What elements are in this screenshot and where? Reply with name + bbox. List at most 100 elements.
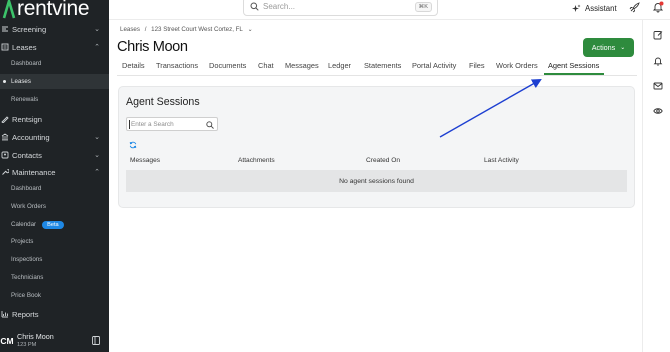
sidebar-item-label: Reports	[12, 309, 39, 319]
assistant-label: Assistant	[585, 3, 617, 13]
contacts-icon	[1, 151, 9, 159]
sidebar-subitem-work-orders[interactable]: Work Orders	[0, 199, 109, 214]
chevron-up-icon: ⌃	[94, 44, 100, 51]
sidebar-subitem-label: Price Book	[11, 292, 41, 299]
column-header-created-on[interactable]: Created On	[366, 157, 400, 164]
column-header-last-activity[interactable]: Last Activity	[484, 157, 519, 164]
wrench-icon	[2, 169, 9, 175]
tab-details[interactable]: Details	[122, 61, 145, 70]
chevron-down-icon: ⌄	[94, 26, 100, 33]
sidebar-subitem-label: Leases	[11, 78, 31, 85]
search-icon[interactable]	[206, 121, 214, 129]
sidebar-item-label: Maintenance	[12, 167, 56, 177]
tab-chat[interactable]: Chat	[258, 61, 274, 70]
bell-icon[interactable]	[653, 56, 663, 66]
sidebar-subitem-calendar[interactable]: Calendar Beta	[0, 217, 109, 232]
chevron-down-icon[interactable]: ⌄	[248, 26, 253, 33]
global-search-input[interactable]: Search... ⌘K	[243, 0, 438, 16]
sidebar-item-rentsign[interactable]: Rentsign	[0, 111, 109, 127]
sidebar-item-label: Contacts	[12, 150, 42, 160]
column-header-attachments[interactable]: Attachments	[238, 157, 275, 164]
edit-note-icon[interactable]	[653, 30, 663, 40]
column-header-messages[interactable]: Messages	[130, 157, 160, 164]
tab-bar: Details Transactions Documents Chat Mess…	[117, 59, 637, 76]
collapse-sidebar-icon[interactable]	[92, 336, 100, 345]
sidebar-item-label: Screening	[12, 24, 47, 34]
sidebar-item-screening[interactable]: Screening ⌄	[0, 21, 109, 37]
refresh-icon[interactable]	[129, 141, 137, 149]
sidebar-subitem-label: Work Orders	[11, 203, 46, 210]
active-dot	[3, 80, 6, 83]
agent-sessions-panel: Agent Sessions Messages Attachments Crea…	[118, 86, 635, 208]
empty-state-text: No agent sessions found	[339, 177, 414, 185]
beta-badge: Beta	[42, 220, 64, 229]
eye-icon[interactable]	[653, 106, 663, 116]
sidebar-subitem-price-book[interactable]: Price Book	[0, 288, 109, 303]
chevron-down-icon: ⌄	[620, 45, 626, 51]
tab-ledger[interactable]: Ledger	[328, 61, 351, 70]
sidebar-item-contacts[interactable]: Contacts ⌄	[0, 147, 109, 163]
assistant-button[interactable]: Assistant	[572, 2, 617, 14]
breadcrumb-root[interactable]: Leases	[120, 26, 140, 33]
sidebar-item-accounting[interactable]: Accounting ⌄	[0, 129, 109, 145]
sidebar-subitem-leases-leases[interactable]: Leases	[0, 74, 109, 89]
sidebar-subitem-inspections[interactable]: Inspections	[0, 252, 109, 267]
chevron-down-icon: ⌄	[94, 152, 100, 159]
sidebar-subitem-projects[interactable]: Projects	[0, 234, 109, 249]
avatar: CM	[0, 336, 14, 346]
mail-icon[interactable]	[653, 81, 663, 91]
sidebar-subitem-label: Dashboard	[11, 185, 42, 192]
sidebar-subitem-label: Inspections	[11, 256, 43, 263]
empty-state-row: No agent sessions found	[126, 170, 627, 192]
user-info: Chris Moon 123 PM	[17, 332, 54, 350]
sidebar-item-leases[interactable]: Leases ⌃	[0, 39, 109, 55]
chevron-up-icon: ⌃	[94, 169, 100, 176]
sidebar-subitem-maintenance-dashboard[interactable]: Dashboard	[0, 181, 109, 196]
sidebar-item-maintenance[interactable]: Maintenance ⌃	[0, 164, 109, 180]
tab-files[interactable]: Files	[469, 61, 485, 70]
sidebar: rentvine Screening ⌄ Leases ⌃ Dashboard …	[0, 0, 109, 352]
actions-button[interactable]: Actions ⌄	[583, 38, 634, 57]
text-caret	[129, 120, 130, 129]
sidebar-subitem-leases-dashboard[interactable]: Dashboard	[0, 56, 109, 71]
sidebar-subitem-technicians[interactable]: Technicians	[0, 270, 109, 285]
sidebar-subitem-label: Dashboard	[11, 60, 42, 67]
tab-agent-sessions[interactable]: Agent Sessions	[548, 61, 599, 70]
tab-work-orders[interactable]: Work Orders	[496, 61, 538, 70]
user-profile[interactable]: CM Chris Moon 123 PM	[0, 330, 109, 352]
agent-sessions-search[interactable]	[126, 117, 218, 131]
search-input[interactable]	[131, 119, 205, 130]
sparkle-icon	[572, 4, 581, 12]
leases-icon	[1, 43, 9, 51]
sidebar-subitem-label: Calendar	[11, 221, 37, 228]
sidebar-item-reports[interactable]: Reports	[0, 306, 109, 322]
tab-documents[interactable]: Documents	[209, 61, 246, 70]
sidebar-subitem-label: Projects	[11, 238, 34, 245]
rentsign-icon	[1, 116, 9, 123]
search-placeholder: Search...	[263, 2, 296, 11]
actions-label: Actions	[591, 43, 616, 52]
search-icon	[250, 2, 259, 11]
notification-bell-icon[interactable]	[652, 1, 664, 13]
sidebar-item-label: Rentsign	[12, 114, 42, 124]
keyboard-shortcut: ⌘K	[414, 1, 432, 12]
sidebar-subitem-label: Renewals	[11, 96, 39, 103]
active-tab-indicator	[544, 73, 604, 75]
breadcrumb-separator: /	[144, 26, 147, 33]
rocket-icon[interactable]	[629, 2, 640, 13]
tab-statements[interactable]: Statements	[364, 61, 401, 70]
tab-transactions[interactable]: Transactions	[156, 61, 198, 70]
brand-logo[interactable]: rentvine	[2, 0, 90, 20]
sidebar-item-label: Leases	[12, 42, 37, 52]
page-title: Chris Moon	[117, 39, 188, 55]
table-header: Messages Attachments Created On Last Act…	[126, 155, 626, 167]
accounting-icon	[1, 133, 9, 141]
user-time: 123 PM	[17, 342, 37, 348]
sidebar-subitem-renewals[interactable]: Renewals	[0, 92, 109, 107]
tab-messages[interactable]: Messages	[285, 61, 319, 70]
chevron-down-icon: ⌄	[94, 134, 100, 141]
rentvine-logo-icon	[2, 0, 16, 19]
breadcrumb: Leases / 123 Street Court West Cortez, F…	[120, 26, 256, 33]
tab-portal-activity[interactable]: Portal Activity	[412, 61, 456, 70]
breadcrumb-current[interactable]: 123 Street Court West Cortez, FL	[151, 26, 243, 33]
